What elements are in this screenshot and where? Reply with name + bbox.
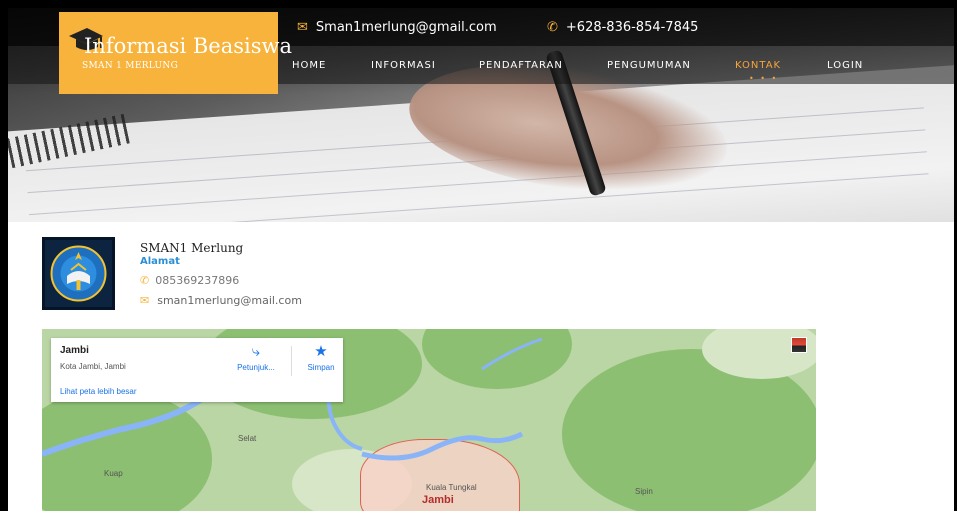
user-avatar[interactable]: [791, 337, 807, 353]
nav-pengumuman[interactable]: PENGUMUMAN: [607, 60, 691, 71]
directions-button[interactable]: ⤷ Petunjuk...: [229, 343, 283, 373]
nav-active-indicator: • • •: [749, 74, 779, 83]
school-phone: ✆ 085369237896: [140, 274, 240, 287]
map-label-selat: Selat: [238, 434, 257, 443]
map-label-kuap: Kuap: [104, 469, 123, 478]
phone-icon: ✆: [140, 274, 150, 287]
phone-icon: ✆: [547, 20, 558, 35]
envelope-icon: ✉: [140, 294, 150, 307]
map-label-sipin: Sipin: [635, 487, 653, 496]
nav-login[interactable]: LOGIN: [827, 60, 863, 71]
address-label: Alamat: [140, 256, 180, 267]
larger-map-link[interactable]: Lihat peta lebih besar: [60, 387, 137, 396]
school-name: SMAN1 Merlung: [140, 241, 244, 255]
nav-pendaftaran[interactable]: PENDAFTARAN: [479, 60, 563, 71]
nav-informasi[interactable]: INFORMASI: [371, 60, 436, 71]
place-info-card: Jambi Kota Jambi, Jambi Lihat peta lebih…: [51, 338, 343, 402]
map-label-city: Jambi: [422, 494, 454, 506]
place-subtitle: Kota Jambi, Jambi: [60, 362, 126, 371]
google-map-embed[interactable]: Selat Kuap Kuala Tungkal Sipin Jambi Jam…: [42, 329, 816, 511]
header-phone[interactable]: ✆ +628-836-854-7845: [547, 20, 698, 35]
tut-wuri-handayani-emblem: [50, 245, 107, 302]
header-email[interactable]: ✉ Sman1merlung@gmail.com: [297, 20, 497, 35]
school-logo: [42, 237, 115, 310]
hero-banner: Informasi Beasiswa SMAN 1 MERLUNG ✉ Sman…: [8, 8, 954, 222]
logo-title: Informasi Beasiswa: [84, 34, 293, 58]
logo-subtitle: SMAN 1 MERLUNG: [82, 61, 179, 71]
map-label-kuala-tungkal: Kuala Tungkal: [426, 483, 477, 492]
nav-kontak[interactable]: KONTAK: [735, 60, 781, 71]
school-email[interactable]: ✉ sman1merlung@mail.com: [140, 294, 302, 307]
card-divider: [291, 346, 292, 376]
star-icon: ★: [314, 343, 328, 360]
save-place-button[interactable]: ★ Simpan: [294, 343, 348, 373]
envelope-icon: ✉: [297, 20, 308, 35]
place-title: Jambi: [60, 345, 89, 356]
directions-icon: ⤷: [251, 343, 261, 360]
browser-viewport: Informasi Beasiswa SMAN 1 MERLUNG ✉ Sman…: [8, 8, 954, 511]
nav-home[interactable]: HOME: [292, 60, 326, 71]
